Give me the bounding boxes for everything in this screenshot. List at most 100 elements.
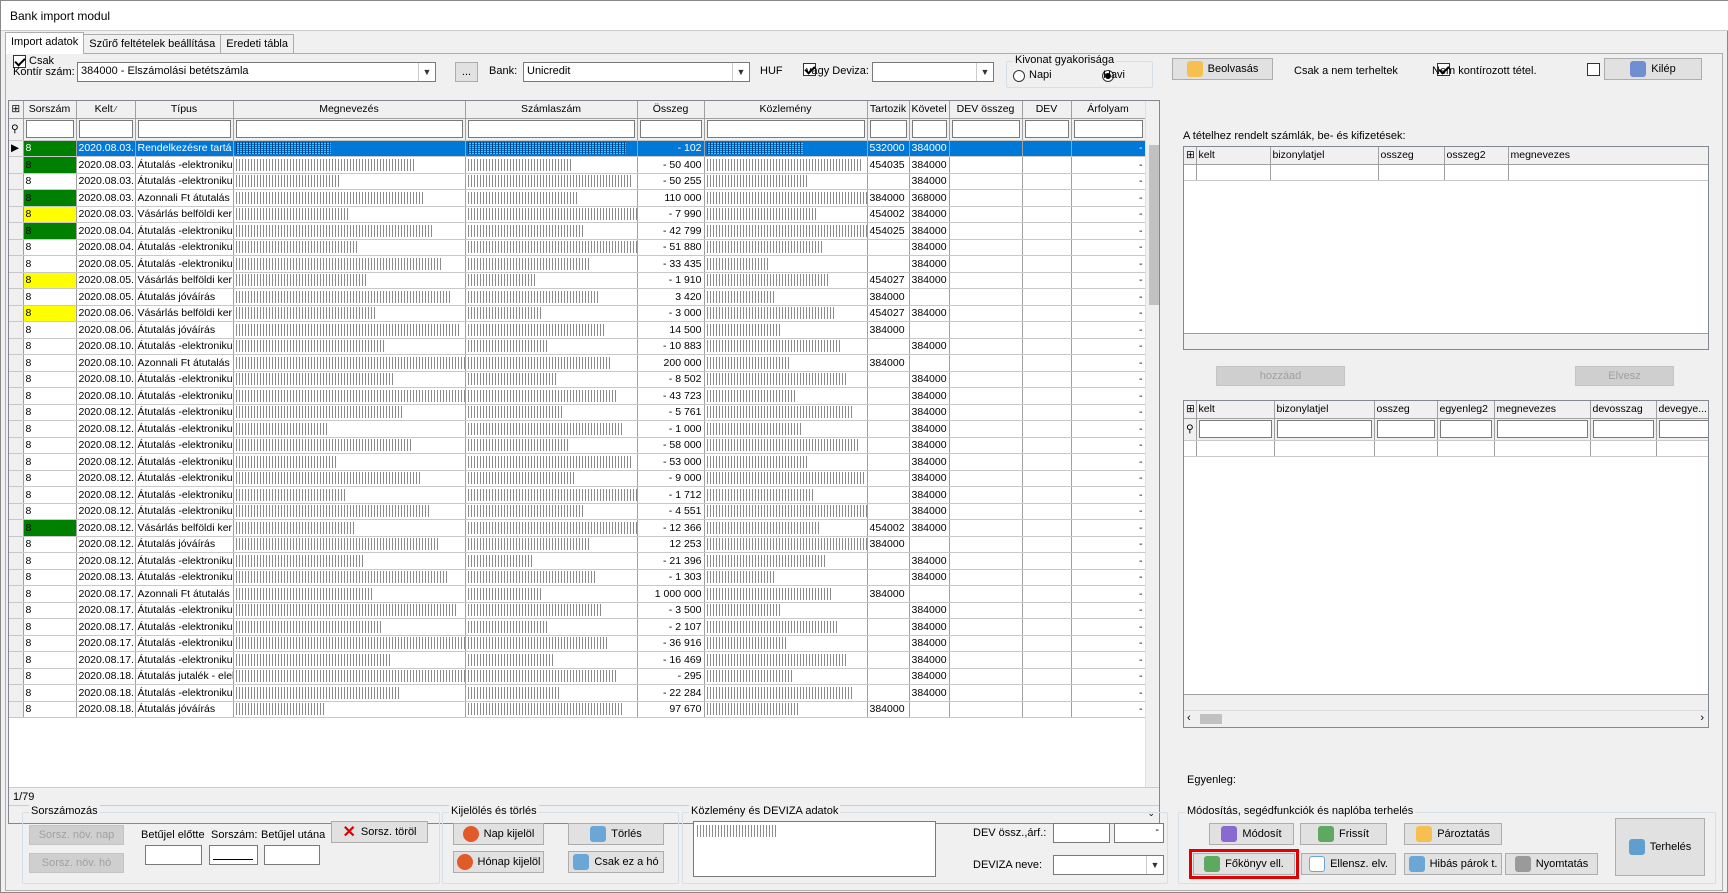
cell-s[interactable]: 8 — [23, 321, 77, 339]
cell-arf[interactable]: - — [1071, 519, 1146, 537]
cell-tart[interactable] — [867, 404, 910, 421]
cell-kov[interactable]: 384000 — [909, 140, 950, 157]
cell-dev[interactable] — [949, 222, 1023, 240]
cell-kov[interactable]: 384000 — [909, 453, 950, 471]
cell-arf[interactable]: - — [1071, 618, 1146, 636]
cell-meg[interactable] — [233, 239, 466, 256]
cell-devc[interactable] — [1022, 255, 1072, 273]
cell-kelt[interactable]: 2020.08.13. — [76, 569, 136, 586]
filter-input[interactable] — [639, 120, 702, 138]
table-row[interactable]: 8 2020.08.06. Átutalás jóváírás 14 500 38400… — [9, 321, 1146, 339]
cell-szamla[interactable] — [465, 321, 638, 339]
cell-dev[interactable] — [949, 338, 1023, 355]
cell-kelt[interactable]: 2020.08.12. — [76, 453, 136, 471]
cell-kelt[interactable]: 2020.08.03. — [76, 140, 136, 157]
cell-tart[interactable] — [867, 569, 910, 586]
kontir-browse-button[interactable]: ... — [455, 62, 478, 82]
cell-s[interactable]: 8 — [23, 387, 77, 405]
table-row[interactable]: 8 2020.08.06. Vásárlás belföldi ker - 3 000… — [9, 305, 1146, 322]
cell-kozl[interactable] — [704, 453, 868, 471]
table-row[interactable]: 8 2020.08.12. Átutalás -elektroniku - 1 712… — [9, 486, 1146, 504]
col-header[interactable]: Tartozik — [867, 101, 910, 119]
cell-kelt[interactable]: 2020.08.18. — [76, 668, 136, 685]
csak-ez-a-ho-button[interactable]: Csak ez a hó — [568, 851, 664, 873]
tab-import-adatok[interactable]: Import adatok — [5, 32, 85, 54]
cell-meg[interactable] — [233, 585, 466, 603]
col-header[interactable]: megnevezes — [1494, 401, 1591, 419]
cell-szamla[interactable] — [465, 635, 638, 652]
cell-meg[interactable] — [233, 486, 466, 504]
cell-tart[interactable]: 532000 — [867, 140, 910, 157]
cell-kelt[interactable]: 2020.08.05. — [76, 288, 136, 306]
cell-kozl[interactable] — [704, 255, 868, 273]
cell-s[interactable]: 8 — [23, 189, 77, 207]
cell-s[interactable]: 8 — [23, 354, 77, 372]
cell-tart[interactable]: 454025 — [867, 222, 910, 240]
betujel-utana-input[interactable] — [264, 845, 320, 865]
cell-s[interactable]: 8 — [23, 338, 77, 355]
cell-meg[interactable] — [233, 701, 466, 718]
cell-devc[interactable] — [1022, 420, 1072, 438]
cell-osszeg[interactable]: - 36 916 — [637, 635, 705, 652]
cell-meg[interactable] — [233, 288, 466, 306]
cell-kov[interactable]: 384000 — [909, 338, 950, 355]
dev-arfolyam-input[interactable]: - — [1114, 823, 1164, 843]
cell-devc[interactable] — [1022, 305, 1072, 322]
cell-arf[interactable]: - — [1071, 321, 1146, 339]
filter-input[interactable] — [235, 120, 463, 138]
cell-arf[interactable]: - — [1071, 437, 1146, 454]
cell-kozl[interactable] — [704, 206, 868, 223]
cell-kov[interactable] — [909, 288, 950, 306]
cell-osszeg[interactable]: - 50 400 — [637, 156, 705, 174]
cell-szamla[interactable] — [465, 140, 638, 157]
cell-kelt[interactable]: 2020.08.04. — [76, 222, 136, 240]
cell-kelt[interactable]: 2020.08.12. — [76, 486, 136, 504]
cell-szamla[interactable] — [465, 437, 638, 454]
cell-meg[interactable] — [233, 437, 466, 454]
cell-osszeg[interactable]: - 1 303 — [637, 569, 705, 586]
col-header[interactable]: osszeg — [1378, 147, 1445, 165]
cell-szamla[interactable] — [465, 552, 638, 570]
filter-input[interactable] — [1073, 120, 1143, 138]
cell-s[interactable]: 8 — [23, 519, 77, 537]
cell-szamla[interactable] — [465, 420, 638, 438]
cell-kelt[interactable]: 2020.08.05. — [76, 272, 136, 289]
cell-tart[interactable] — [867, 618, 910, 636]
cell-osszeg[interactable]: - 22 284 — [637, 684, 705, 702]
cell-kozl[interactable] — [704, 635, 868, 652]
table-row[interactable]: 8 2020.08.12. Átutalás -elektroniku - 4 551… — [9, 503, 1146, 520]
cell-osszeg[interactable]: - 2 107 — [637, 618, 705, 636]
cell-dev[interactable] — [949, 288, 1023, 306]
cell-szamla[interactable] — [465, 371, 638, 388]
sorsz-nov-ho-button[interactable]: Sorsz. növ. hó — [29, 853, 124, 873]
cell-osszeg[interactable]: - 53 000 — [637, 453, 705, 471]
cell-osszeg[interactable]: - 102 — [637, 140, 705, 157]
cell-kelt[interactable]: 2020.08.18. — [76, 684, 136, 702]
cell-kozl[interactable] — [704, 305, 868, 322]
cell-meg[interactable] — [233, 668, 466, 685]
cell-kelt[interactable]: 2020.08.17. — [76, 635, 136, 652]
cell-szamla[interactable] — [465, 387, 638, 405]
col-header[interactable]: Kelt ⁄ — [76, 101, 136, 119]
cell-dev[interactable] — [949, 453, 1023, 471]
cell-arf[interactable]: - — [1071, 453, 1146, 471]
ellensz-elv-button[interactable]: Ellensz. elv. — [1301, 853, 1396, 875]
cell-kelt[interactable]: 2020.08.03. — [76, 156, 136, 174]
table-row[interactable]: 8 2020.08.17. Átutalás -elektroniku - 36 91… — [9, 635, 1146, 652]
terheles-button[interactable]: Terhelés — [1615, 818, 1705, 876]
cell-tart[interactable] — [867, 684, 910, 702]
cell-tart[interactable] — [867, 387, 910, 405]
filter-input[interactable] — [1496, 420, 1588, 438]
cell-tipus[interactable]: Átutalás -elektroniku — [135, 371, 234, 388]
cell-tipus[interactable]: Átutalás -elektroniku — [135, 470, 234, 487]
cell-kozl[interactable] — [704, 569, 868, 586]
cell-szamla[interactable] — [465, 602, 638, 619]
cell-meg[interactable] — [233, 684, 466, 702]
cell-arf[interactable]: - — [1071, 602, 1146, 619]
cell-tipus[interactable]: Átutalás -elektroniku — [135, 684, 234, 702]
cell-tipus[interactable]: Azonnali Ft átutalás — [135, 189, 234, 207]
bank-combo[interactable]: Unicredit ▼ — [523, 62, 750, 82]
cell-meg[interactable] — [233, 536, 466, 553]
cell-kov[interactable]: 384000 — [909, 437, 950, 454]
kontir-combo[interactable]: 384000 - Elszámolási betétszámla ▼ — [77, 62, 436, 82]
